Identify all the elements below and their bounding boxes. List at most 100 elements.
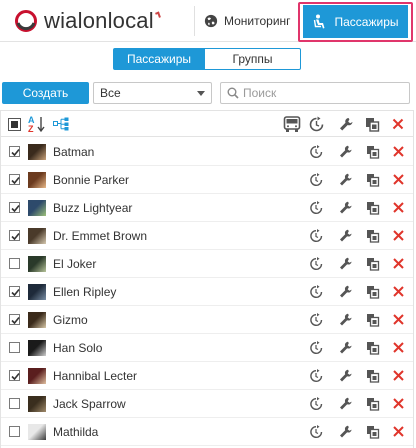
passenger-name: Jack Sparrow — [53, 397, 126, 411]
passenger-photo — [28, 340, 46, 356]
row-checkbox[interactable] — [9, 398, 20, 409]
checkmark-icon — [11, 148, 20, 157]
sort-az-icon[interactable]: A Z — [28, 115, 46, 133]
list-item[interactable]: Jack Sparrow — [1, 390, 413, 418]
list-controls: Создать Все — [2, 82, 414, 104]
list-item[interactable]: Dr. Emmet Brown — [1, 222, 413, 250]
hierarchy-icon[interactable] — [53, 117, 71, 131]
list-item[interactable]: Batman — [1, 138, 413, 166]
copy-icon[interactable] — [366, 201, 380, 215]
delete-icon[interactable] — [392, 145, 406, 159]
clock-icon[interactable] — [309, 145, 323, 159]
bus-icon[interactable] — [283, 116, 301, 133]
copy-icon[interactable] — [366, 229, 380, 243]
row-checkbox[interactable] — [9, 342, 20, 353]
passenger-name: El Joker — [53, 257, 97, 271]
clock-icon[interactable] — [309, 369, 323, 383]
copy-icon[interactable] — [366, 313, 380, 327]
clock-icon[interactable] — [309, 313, 323, 327]
list-item[interactable]: Hannibal Lecter — [1, 362, 413, 390]
copy-icon[interactable] — [366, 369, 380, 383]
clock-icon[interactable] — [309, 201, 323, 215]
copy-icon[interactable] — [366, 285, 380, 299]
wrench-icon[interactable] — [339, 145, 353, 159]
clock-icon[interactable] — [309, 229, 323, 243]
wrench-icon[interactable] — [339, 425, 353, 439]
delete-icon[interactable] — [392, 257, 406, 271]
top-bar: wialonlocal Мониторинг Пассажиры — [0, 0, 416, 42]
clock-icon[interactable] — [309, 341, 323, 355]
clock-icon[interactable] — [309, 285, 323, 299]
delete-icon[interactable] — [392, 425, 406, 439]
wrench-icon[interactable] — [339, 117, 354, 132]
wrench-icon[interactable] — [339, 313, 353, 327]
clock-icon[interactable] — [309, 257, 323, 271]
wrench-icon[interactable] — [339, 397, 353, 411]
delete-icon[interactable] — [392, 118, 404, 130]
delete-icon[interactable] — [392, 229, 406, 243]
delete-icon[interactable] — [392, 369, 406, 383]
row-checkbox[interactable] — [9, 370, 20, 381]
wrench-icon[interactable] — [339, 173, 353, 187]
search-box[interactable] — [220, 82, 410, 104]
delete-icon[interactable] — [392, 341, 406, 355]
list-item[interactable]: Ellen Ripley — [1, 278, 413, 306]
wrench-icon[interactable] — [339, 285, 353, 299]
create-button[interactable]: Создать — [2, 82, 89, 104]
passenger-name: Dr. Emmet Brown — [53, 229, 148, 243]
list-item[interactable]: Bonnie Parker — [1, 166, 413, 194]
wrench-icon[interactable] — [339, 229, 353, 243]
clock-icon[interactable] — [309, 425, 323, 439]
delete-icon[interactable] — [392, 313, 406, 327]
nav-monitoring[interactable]: Мониторинг — [204, 0, 300, 42]
row-checkbox[interactable] — [9, 258, 20, 269]
clock-icon[interactable] — [308, 116, 325, 133]
passenger-name: Buzz Lightyear — [53, 201, 133, 215]
delete-icon[interactable] — [392, 201, 406, 215]
wialon-logo[interactable]: wialonlocal — [14, 7, 161, 35]
copy-icon[interactable] — [366, 173, 380, 187]
select-all-checkbox[interactable] — [8, 118, 21, 131]
wrench-icon[interactable] — [339, 341, 353, 355]
search-input[interactable] — [243, 86, 403, 100]
tab-groups[interactable]: Группы — [205, 48, 301, 70]
list-item[interactable]: Buzz Lightyear — [1, 194, 413, 222]
row-checkbox[interactable] — [9, 230, 20, 241]
wrench-icon[interactable] — [339, 257, 353, 271]
delete-icon[interactable] — [392, 173, 406, 187]
delete-icon[interactable] — [392, 285, 406, 299]
copy-icon[interactable] — [366, 257, 380, 271]
wrench-icon[interactable] — [339, 369, 353, 383]
filter-select[interactable]: Все — [93, 82, 212, 104]
row-checkbox[interactable] — [9, 174, 20, 185]
copy-icon[interactable] — [366, 145, 380, 159]
list-item[interactable]: Mathilda — [1, 418, 413, 446]
list-item[interactable]: El Joker — [1, 250, 413, 278]
row-checkbox[interactable] — [9, 314, 20, 325]
row-checkbox[interactable] — [9, 202, 20, 213]
clock-icon[interactable] — [309, 173, 323, 187]
delete-icon[interactable] — [392, 397, 406, 411]
row-checkbox[interactable] — [9, 286, 20, 297]
wialon-logo-icon — [15, 10, 37, 32]
passenger-photo — [28, 424, 46, 440]
row-checkbox[interactable] — [9, 146, 20, 157]
clock-icon[interactable] — [309, 397, 323, 411]
passenger-name: Mathilda — [53, 425, 99, 439]
copy-icon[interactable] — [366, 425, 380, 439]
copy-icon[interactable] — [366, 341, 380, 355]
rows-container: Batman Bonnie Parker Buzz Lightyear Dr. Emm… — [1, 138, 413, 446]
nav-passengers[interactable]: Пассажиры — [303, 5, 408, 38]
checkmark-icon — [11, 232, 20, 241]
list-item[interactable]: Han Solo — [1, 334, 413, 362]
filter-select-value: Все — [100, 86, 121, 100]
list-item[interactable]: Gizmo — [1, 306, 413, 334]
chevron-down-icon — [197, 91, 205, 96]
row-checkbox[interactable] — [9, 426, 20, 437]
copy-icon[interactable] — [366, 397, 380, 411]
copy-icon[interactable] — [365, 117, 380, 132]
checkmark-icon — [11, 372, 20, 381]
passenger-list: A Z Batman Bonnie Parker Buzz Lightyear … — [0, 110, 414, 448]
wrench-icon[interactable] — [339, 201, 353, 215]
tab-passengers[interactable]: Пассажиры — [113, 48, 205, 70]
